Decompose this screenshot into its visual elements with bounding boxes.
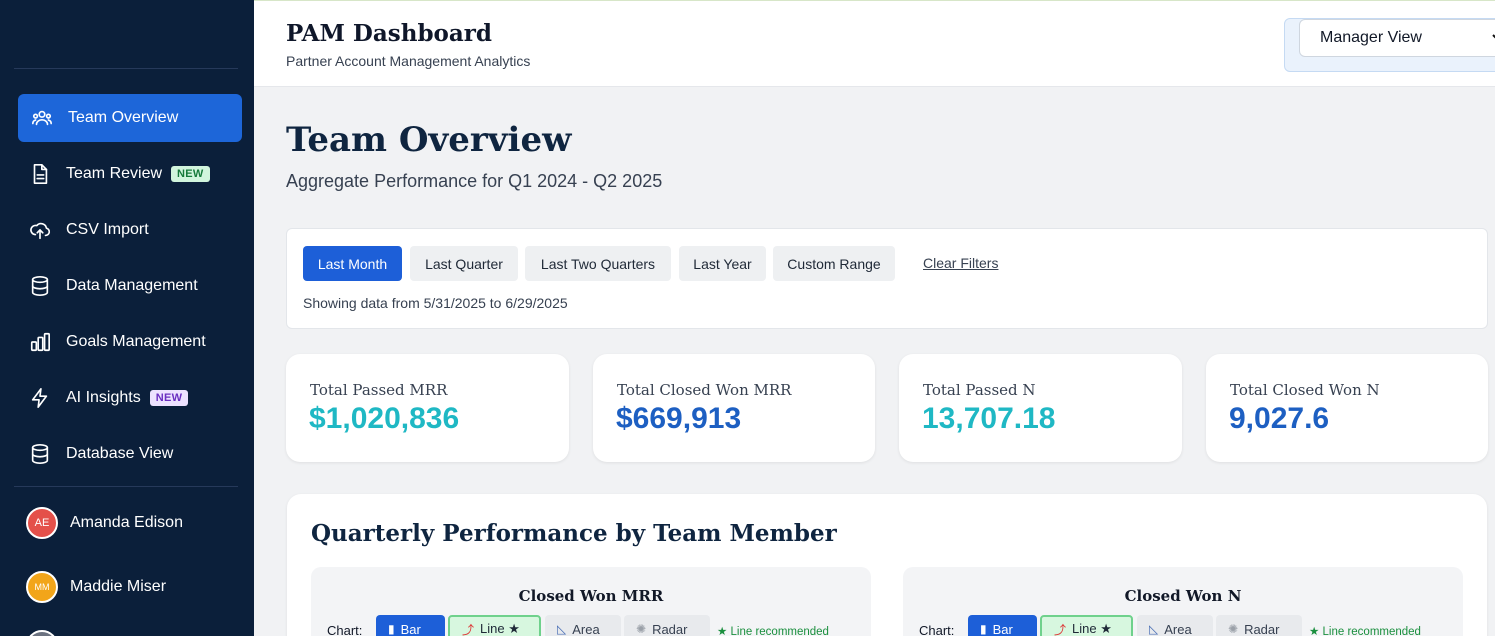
- chart-type-label: Radar: [652, 621, 688, 636]
- chevron-down-icon: [1490, 30, 1495, 46]
- chart-type-label: Bar: [992, 621, 1013, 636]
- kpi-card-total-closed-won-n: Total Closed Won N 9,027.6: [1206, 354, 1488, 462]
- avatar[interactable]: [26, 630, 58, 636]
- radar-chart-icon: ✺: [636, 622, 647, 636]
- chart-type-label: Bar: [400, 621, 421, 636]
- chart-type-radar-button[interactable]: ✺ Radar: [624, 615, 710, 636]
- date-range-note: Showing data from 5/31/2025 to 6/29/2025: [303, 295, 568, 311]
- bar-chart-icon: [28, 330, 52, 354]
- bar-chart-icon: ▮: [980, 622, 987, 636]
- sidebar-divider: [14, 486, 238, 487]
- sidebar-item-data-management[interactable]: Data Management: [18, 262, 242, 310]
- chart-type-label: Area: [1164, 621, 1192, 636]
- sidebar-item-goals-management[interactable]: Goals Management: [18, 318, 242, 366]
- chart-type-area-button[interactable]: ◺ Area: [1137, 615, 1213, 636]
- chart-type-label: Line ★: [1072, 621, 1112, 636]
- panel-title: Closed Won N: [1124, 587, 1242, 605]
- avatar: MM: [26, 571, 58, 603]
- sidebar-item-label: Team Review: [66, 165, 163, 182]
- filter-custom-range-button[interactable]: Custom Range: [773, 246, 895, 281]
- kpi-label: Total Passed N: [923, 381, 1036, 399]
- area-chart-icon: ◺: [1149, 622, 1159, 636]
- area-chart-icon: ◺: [557, 622, 567, 636]
- performance-card: Quarterly Performance by Team Member Clo…: [287, 494, 1487, 636]
- user-name: Maddie Miser: [70, 578, 167, 595]
- kpi-value: 9,027.6: [1229, 402, 1330, 435]
- radar-chart-icon: ✺: [1228, 622, 1239, 636]
- new-badge: NEW: [149, 390, 189, 406]
- chart-type-label: Chart:: [327, 623, 363, 636]
- sidebar-item-team-overview[interactable]: Team Overview: [18, 94, 242, 142]
- view-select-value: Manager View: [1320, 29, 1422, 46]
- filter-card: Last Month Last Quarter Last Two Quarter…: [286, 228, 1488, 329]
- app-title: PAM Dashboard: [286, 20, 492, 47]
- sidebar-item-csv-import[interactable]: CSV Import: [18, 206, 242, 254]
- user-item-amanda-edison[interactable]: AE Amanda Edison: [26, 507, 183, 539]
- sidebar-item-label: Database View: [66, 445, 174, 462]
- chart-panel-closed-won-mrr: Closed Won MRR Chart: ▮ Bar ⤴ Line ★ ◺ Area…: [311, 567, 871, 636]
- sidebar-item-label: Data Management: [66, 277, 198, 294]
- clear-filters-link[interactable]: Clear Filters: [923, 255, 998, 271]
- header: PAM Dashboard Partner Account Management…: [254, 0, 1495, 87]
- user-item-maddie-miser[interactable]: MM Maddie Miser: [26, 571, 166, 603]
- chart-type-bar-button[interactable]: ▮ Bar: [376, 615, 445, 636]
- line-chart-icon: ⤴: [1054, 622, 1067, 636]
- kpi-value: 13,707.18: [922, 402, 1056, 435]
- chart-type-label: Radar: [1244, 621, 1280, 636]
- sidebar-divider: [14, 68, 238, 69]
- cloud-upload-icon: [28, 218, 52, 242]
- view-select[interactable]: Manager View: [1299, 19, 1495, 57]
- chart-recommendation: ★ Line recommended: [717, 626, 829, 636]
- chart-type-area-button[interactable]: ◺ Area: [545, 615, 621, 636]
- new-badge: NEW: [171, 166, 210, 182]
- sidebar-item-label: Team Overview: [68, 109, 179, 126]
- chart-type-label: Chart:: [919, 623, 955, 636]
- kpi-label: Total Closed Won N: [1230, 381, 1380, 399]
- database-icon: [28, 274, 52, 298]
- app-subtitle: Partner Account Management Analytics: [286, 53, 531, 69]
- kpi-label: Total Passed MRR: [310, 381, 448, 399]
- filter-last-month-button[interactable]: Last Month: [303, 246, 402, 281]
- bar-chart-icon: ▮: [388, 622, 395, 636]
- kpi-card-total-passed-mrr: Total Passed MRR $1,020,836: [286, 354, 569, 462]
- sidebar-item-label: AI Insights: [66, 389, 141, 406]
- chart-type-bar-button[interactable]: ▮ Bar: [968, 615, 1037, 636]
- kpi-value: $1,020,836: [309, 402, 460, 435]
- sidebar: Team Overview Team Review NEW CSV Import…: [0, 0, 254, 636]
- line-chart-icon: ⤴: [462, 622, 475, 636]
- sidebar-item-database-view[interactable]: Database View: [18, 430, 242, 478]
- chart-type-radar-button[interactable]: ✺ Radar: [1216, 615, 1302, 636]
- filter-last-year-button[interactable]: Last Year: [679, 246, 766, 281]
- chart-type-label: Line ★: [480, 621, 520, 636]
- kpi-label: Total Closed Won MRR: [617, 381, 792, 399]
- sidebar-item-ai-insights[interactable]: AI Insights NEW: [18, 374, 242, 422]
- users-icon: [30, 106, 54, 130]
- avatar: AE: [26, 507, 58, 539]
- kpi-value: $669,913: [616, 402, 742, 435]
- kpi-card-total-passed-n: Total Passed N 13,707.18: [899, 354, 1182, 462]
- filter-last-quarter-button[interactable]: Last Quarter: [410, 246, 518, 281]
- database-icon: [28, 442, 52, 466]
- kpi-card-total-closed-won-mrr: Total Closed Won MRR $669,913: [593, 354, 875, 462]
- chart-type-line-button[interactable]: ⤴ Line ★: [448, 615, 541, 636]
- sidebar-item-team-review[interactable]: Team Review NEW: [18, 150, 242, 198]
- document-icon: [28, 162, 52, 186]
- sidebar-item-label: Goals Management: [66, 333, 206, 350]
- performance-title: Quarterly Performance by Team Member: [311, 520, 837, 547]
- chart-type-line-button[interactable]: ⤴ Line ★: [1040, 615, 1133, 636]
- panel-title: Closed Won MRR: [518, 587, 664, 605]
- chart-panel-closed-won-n: Closed Won N Chart: ▮ Bar ⤴ Line ★ ◺ Area ✺…: [903, 567, 1463, 636]
- lightning-icon: [28, 386, 52, 410]
- chart-recommendation: ★ Line recommended: [1309, 626, 1421, 636]
- chart-type-label: Area: [572, 621, 600, 636]
- user-name: Amanda Edison: [70, 514, 183, 531]
- sidebar-item-label: CSV Import: [66, 221, 149, 238]
- page-subtitle: Aggregate Performance for Q1 2024 - Q2 2…: [286, 171, 663, 191]
- page-title: Team Overview: [286, 120, 572, 160]
- filter-last-two-quarters-button[interactable]: Last Two Quarters: [525, 246, 671, 281]
